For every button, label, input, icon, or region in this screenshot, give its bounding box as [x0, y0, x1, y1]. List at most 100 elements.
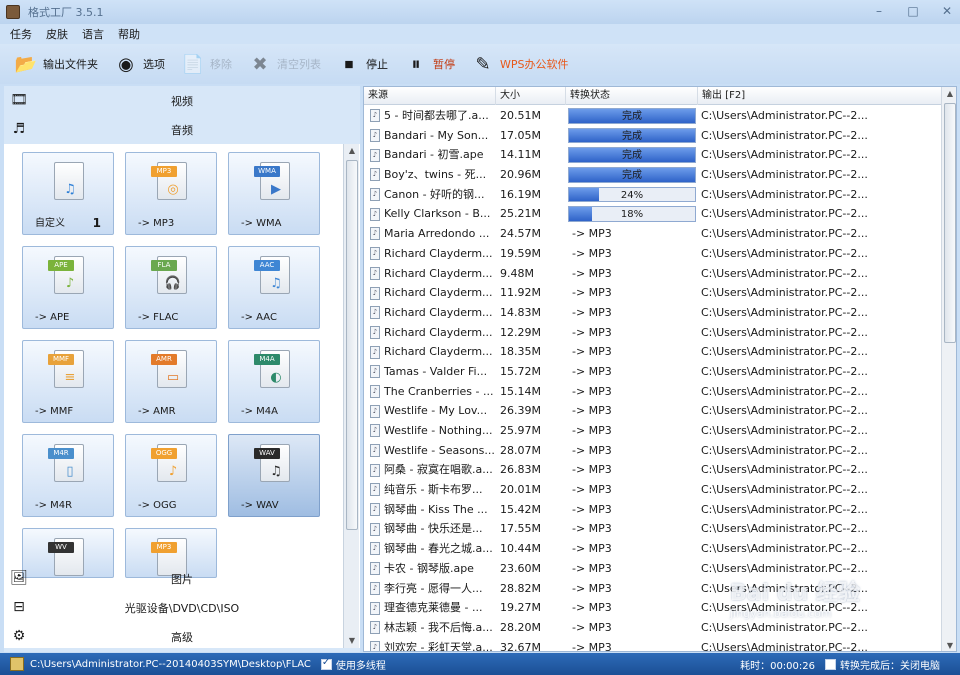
table-row[interactable]: ♪ Bandari - My Son... 17.05M 完成 C:\Users\Adm… — [364, 126, 942, 146]
toolbar-button-wps[interactable]: ✎ WPS办公软件 — [469, 50, 569, 78]
source-cell: ♪ 卡农 - 钢琴版.ape — [364, 559, 496, 579]
format-tile[interactable]: AAC ♫ -> AAC — [228, 246, 320, 329]
category-optical-drive[interactable]: ⊟ 光驱设备\DVD\CD\ISO — [4, 593, 360, 622]
toolbar-label: WPS办公软件 — [500, 58, 569, 71]
column-size[interactable]: 大小 — [496, 87, 566, 105]
toolbar-button-clear-list[interactable]: ✖ 清空列表 — [246, 50, 321, 78]
multithread-checkbox[interactable] — [320, 657, 332, 670]
source-name: Kelly Clarkson - B... — [384, 207, 491, 221]
format-tile[interactable]: MMF ≡ -> MMF — [22, 340, 114, 423]
category-advanced[interactable]: ⚙ 高级 — [4, 622, 360, 651]
source-cell: ♪ Boy'z、twins - 死... — [364, 165, 496, 185]
table-row[interactable]: ♪ Westlife - My Lov... 26.39M -> MP3 C:\User… — [364, 401, 942, 421]
task-scroll-up-arrow-icon[interactable]: ▲ — [942, 87, 956, 101]
category-advanced-label: 高级 — [171, 630, 193, 644]
audio-file-icon: ♪ — [370, 345, 380, 359]
source-name: 5 - 时间都去哪了.a... — [384, 109, 489, 122]
audio-file-icon: ♪ — [370, 424, 380, 438]
shutdown-checkbox[interactable] — [825, 658, 836, 670]
output-cell: C:\Users\Administrator.PC--2... — [701, 109, 868, 122]
table-header: 来源 大小 转换状态 输出 [F2] — [364, 87, 956, 105]
table-row[interactable]: ♪ The Cranberries - ... 15.14M -> MP3 C:\Use… — [364, 382, 942, 402]
table-row[interactable]: ♪ Maria Arredondo ... 24.57M -> MP3 C:\Users… — [364, 224, 942, 244]
table-row[interactable]: ♪ Boy'z、twins - 死... 20.96M 完成 C:\Users\Admi… — [364, 165, 942, 185]
format-tile[interactable]: WAV ♫ -> WAV — [228, 434, 320, 517]
source-cell: ♪ Kelly Clarkson - B... — [364, 204, 496, 224]
audio-file-icon: ♪ — [370, 463, 380, 477]
state-cell: -> MP3 — [566, 283, 698, 303]
maximize-button[interactable]: □ — [906, 4, 920, 18]
close-button[interactable]: ✕ — [940, 4, 954, 18]
table-row[interactable]: ♪ Richard Clayderm... 11.92M -> MP3 C:\Users… — [364, 283, 942, 303]
table-row[interactable]: ♪ 阿桑 - 寂寞在唱歌.a... 26.83M -> MP3 C:\Users\Adm… — [364, 460, 942, 480]
category-video[interactable]: 🎞 视频 — [4, 86, 360, 115]
table-row[interactable]: ♪ 纯音乐 - 斯卡布罗... 20.01M -> MP3 C:\Users\Admin… — [364, 480, 942, 500]
menu-skin[interactable]: 皮肤 — [46, 26, 68, 42]
task-scroll-down-arrow-icon[interactable]: ▼ — [942, 639, 956, 651]
format-tile[interactable]: FLA 🎧 -> FLAC — [125, 246, 217, 329]
source-cell: ♪ Tamas - Valder Fi... — [364, 362, 496, 382]
table-row[interactable]: ♪ Canon - 好听的钢... 16.19M 24% C:\Users\Admini… — [364, 185, 942, 205]
menu-language[interactable]: 语言 — [82, 26, 104, 42]
format-glyph-icon: ♪ — [168, 464, 178, 479]
table-row[interactable]: ♪ Kelly Clarkson - B... 25.21M 18% C:\Users\… — [364, 204, 942, 224]
state-text: -> MP3 — [572, 404, 612, 418]
menu-task[interactable]: 任务 — [10, 26, 32, 42]
toolbar-button-pause[interactable]: ⏸ 暂停 — [402, 50, 456, 78]
table-row[interactable]: ♪ 钢琴曲 - Kiss The ... 15.42M -> MP3 C:\Users\… — [364, 500, 942, 520]
task-scrollbar[interactable]: ▲ ▼ — [941, 87, 956, 651]
progress-text: 18% — [620, 209, 644, 221]
source-cell: ♪ 纯音乐 - 斯卡布罗... — [364, 480, 496, 500]
format-tag: WAV — [254, 448, 280, 459]
table-row[interactable]: ♪ Bandari - 初雪.ape 14.11M 完成 C:\Users\Admini… — [364, 145, 942, 165]
baidu-watermark: Bai du 经验 jingyan.baidu.com — [730, 575, 930, 625]
table-row[interactable]: ♪ 5 - 时间都去哪了.a... 20.51M 完成 C:\Users\Adminis… — [364, 106, 942, 126]
column-output[interactable]: 输出 [F2] — [698, 87, 942, 105]
column-source[interactable]: 来源 — [364, 87, 496, 105]
progress-text: 完成 — [622, 130, 642, 142]
format-glyph-icon: ▯ — [66, 464, 74, 479]
table-row[interactable]: ♪ Richard Clayderm... 14.83M -> MP3 C:\Users… — [364, 303, 942, 323]
table-row[interactable]: ♪ Richard Clayderm... 9.48M -> MP3 C:\Users\… — [364, 264, 942, 284]
table-row[interactable]: ♪ Tamas - Valder Fi... 15.72M -> MP3 C:\User… — [364, 362, 942, 382]
table-row[interactable]: ♪ 钢琴曲 - 快乐还是... 17.55M -> MP3 C:\Users\Admin… — [364, 519, 942, 539]
format-tile[interactable]: WMA ▶ -> WMA — [228, 152, 320, 235]
size-cell: 15.14M — [500, 384, 541, 398]
category-picture[interactable]: 🖼 图片 — [4, 564, 360, 593]
format-tile[interactable]: APE ♪ -> APE — [22, 246, 114, 329]
format-tile[interactable]: MP3 ◎ -> MP3 — [125, 152, 217, 235]
table-row[interactable]: ♪ Richard Clayderm... 12.29M -> MP3 C:\Users… — [364, 323, 942, 343]
output-path[interactable]: C:\Users\Administrator.PC--20140403SYM\D… — [30, 659, 311, 670]
state-cell: -> MP3 — [566, 500, 698, 520]
scroll-thumb[interactable] — [346, 160, 358, 530]
scroll-up-arrow-icon[interactable]: ▲ — [344, 144, 360, 158]
table-row[interactable]: ♪ 钢琴曲 - 春光之城.a... 10.44M -> MP3 C:\Users\Adm… — [364, 539, 942, 559]
toolbar-label: 清空列表 — [277, 58, 321, 71]
table-row[interactable]: ♪ Richard Clayderm... 18.35M -> MP3 C:\Users… — [364, 342, 942, 362]
minimize-button[interactable]: – — [872, 4, 886, 18]
toolbar-button-options[interactable]: ◉ 选项 — [112, 50, 165, 78]
category-audio[interactable]: ♬ 音频 — [4, 115, 360, 144]
output-cell: C:\Users\Administrator.PC--2... — [701, 364, 868, 378]
audio-icon: ♬ — [12, 121, 26, 137]
toolbar-button-remove[interactable]: 📄 移除 — [179, 50, 232, 78]
source-cell: ♪ Westlife - My Lov... — [364, 401, 496, 421]
format-tile[interactable]: OGG ♪ -> OGG — [125, 434, 217, 517]
toolbar-button-stop[interactable]: ⏹ 停止 — [335, 50, 389, 78]
toolbar-button-folder-output[interactable]: 📂 输出文件夹 — [12, 50, 98, 78]
column-state[interactable]: 转换状态 — [566, 87, 698, 105]
pause-icon: ⏸ — [411, 53, 421, 75]
format-tile[interactable]: AMR ▭ -> AMR — [125, 340, 217, 423]
format-tile[interactable]: ♫ 自定义 1 — [22, 152, 114, 235]
table-row[interactable]: ♪ Westlife - Nothing... 25.97M -> MP3 C:\Use… — [364, 421, 942, 441]
format-glyph-icon: ♪ — [65, 276, 75, 291]
format-tile[interactable]: M4A ◐ -> M4A — [228, 340, 320, 423]
table-row[interactable]: ♪ Westlife - Seasons... 28.07M -> MP3 C:\Use… — [364, 441, 942, 461]
menu-help[interactable]: 帮助 — [118, 26, 140, 42]
task-scroll-thumb[interactable] — [944, 103, 956, 343]
table-row[interactable]: ♪ Richard Clayderm... 19.59M -> MP3 C:\Users… — [364, 244, 942, 264]
source-cell: ♪ Richard Clayderm... — [364, 303, 496, 323]
table-row[interactable]: ♪ 刘欢宏 - 彩虹天堂.a... 32.67M -> MP3 C:\Users\Adm… — [364, 638, 942, 651]
format-tile[interactable]: M4R ▯ -> M4R — [22, 434, 114, 517]
size-cell: 17.55M — [500, 522, 541, 536]
